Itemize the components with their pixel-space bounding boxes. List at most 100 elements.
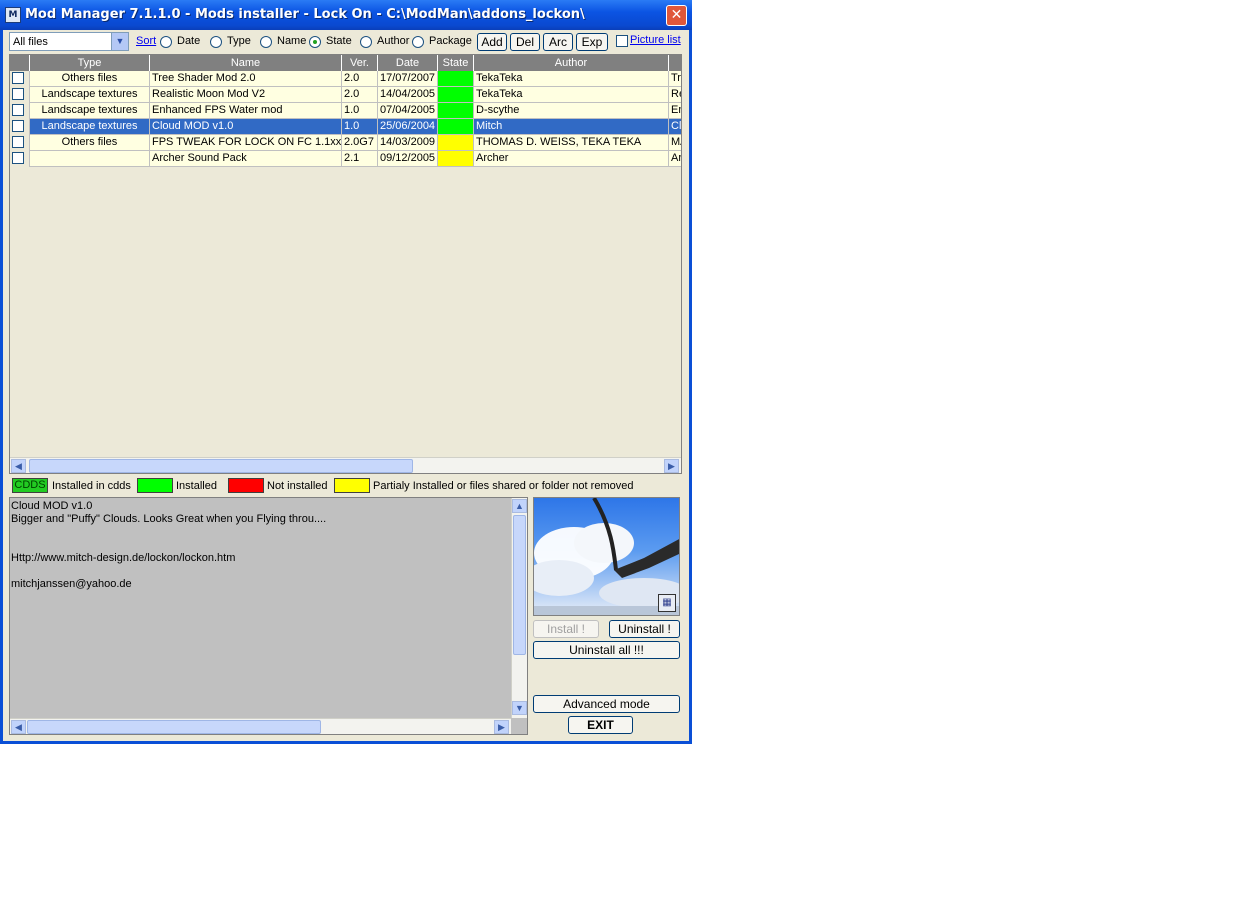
sort-radio-state[interactable] (309, 36, 321, 48)
scroll-right-icon[interactable]: ▶ (664, 459, 679, 473)
cell-extra: En (669, 103, 681, 119)
advanced-mode-button[interactable]: Advanced mode (533, 695, 680, 713)
legend-cdds-label: Installed in cdds (52, 480, 131, 492)
sort-radio-date[interactable] (160, 36, 172, 48)
legend-cdds-box-text: CDDS (14, 479, 46, 491)
cell-date: 07/04/2005 (378, 103, 438, 119)
cell-extra: Tr (669, 71, 681, 87)
cell-type: Landscape textures (30, 87, 150, 103)
cell-author: THOMAS D. WEISS, TEKA TEKA (474, 135, 669, 151)
cell-date: 14/03/2009 (378, 135, 438, 151)
scroll-thumb[interactable] (29, 459, 413, 473)
row-checkbox[interactable] (12, 72, 24, 84)
uninstall-button[interactable]: Uninstall ! (609, 620, 680, 638)
header-check-col[interactable] (10, 55, 30, 71)
legend-not-installed-box (228, 478, 264, 493)
cell-date: 14/04/2005 (378, 87, 438, 103)
row-checkbox-cell (10, 103, 30, 119)
sort-radio-author[interactable] (360, 36, 372, 48)
header-name[interactable]: Name (150, 55, 342, 71)
legend-not-installed-label: Not installed (267, 480, 328, 492)
scroll-down-icon[interactable]: ▼ (512, 701, 527, 715)
picture-list-checkbox[interactable] (616, 35, 628, 47)
sort-link[interactable]: Sort (136, 35, 156, 47)
row-checkbox[interactable] (12, 120, 24, 132)
sort-label-author: Author (377, 35, 410, 47)
description-vertical-scrollbar[interactable]: ▲ ▼ (511, 498, 527, 718)
description-horizontal-scrollbar[interactable]: ◀ ▶ (10, 718, 511, 734)
cell-type: Landscape textures (30, 103, 150, 119)
cell-ver: 2.0G7 (342, 135, 378, 151)
header-author[interactable]: Author (474, 55, 669, 71)
sort-label-name: Name (277, 35, 307, 47)
sort-radio-name[interactable] (260, 36, 272, 48)
cell-ver: 1.0 (342, 119, 378, 135)
cell-author: Archer (474, 151, 669, 167)
cell-ver: 2.0 (342, 87, 378, 103)
cell-extra: Cl (669, 119, 681, 135)
cell-type: Others files (30, 71, 150, 87)
file-filter-select[interactable]: All files ▼ (9, 32, 129, 51)
description-text: Cloud MOD v1.0 Bigger and "Puffy" Clouds… (11, 500, 327, 590)
legend-partial-label: Partialy Installed or files shared or fo… (373, 480, 634, 492)
cell-extra: Ar (669, 151, 681, 167)
sort-radio-type[interactable] (210, 36, 222, 48)
cell-date: 25/06/2004 (378, 119, 438, 135)
header-state[interactable]: State (438, 55, 474, 71)
archive-button[interactable]: Arc (543, 33, 573, 51)
header-extra[interactable] (669, 55, 681, 71)
gallery-icon[interactable]: ▦ (658, 594, 676, 612)
title-bar[interactable]: M Mod Manager 7.1.1.0 - Mods installer -… (0, 0, 692, 30)
app-icon[interactable]: M (5, 7, 21, 23)
window-title: Mod Manager 7.1.1.0 - Mods installer - L… (25, 7, 585, 22)
picture-list-link[interactable]: Picture list (630, 34, 681, 46)
sort-radio-package[interactable] (412, 36, 424, 48)
add-button[interactable]: Add (477, 33, 507, 51)
cell-name: Enhanced FPS Water mod (150, 103, 342, 119)
scroll-right-icon[interactable]: ▶ (494, 720, 509, 734)
chevron-down-icon[interactable]: ▼ (111, 33, 128, 50)
description-hscroll-thumb[interactable] (27, 720, 321, 734)
state-indicator (438, 103, 474, 119)
exit-button[interactable]: EXIT (568, 716, 633, 734)
state-indicator (438, 119, 474, 135)
header-type[interactable]: Type (30, 55, 150, 71)
scroll-left-icon[interactable]: ◀ (11, 720, 26, 734)
scroll-up-icon[interactable]: ▲ (512, 499, 527, 513)
cell-name: Realistic Moon Mod V2 (150, 87, 342, 103)
cell-extra: MA (669, 135, 681, 151)
description-panel[interactable]: Cloud MOD v1.0 Bigger and "Puffy" Clouds… (9, 497, 528, 735)
description-vscroll-thumb[interactable] (513, 515, 526, 655)
table-horizontal-scrollbar[interactable]: ◀ ▶ (10, 457, 681, 473)
state-indicator (438, 87, 474, 103)
cell-type: Landscape textures (30, 119, 150, 135)
row-checkbox[interactable] (12, 88, 24, 100)
row-checkbox[interactable] (12, 152, 24, 164)
install-button[interactable]: Install ! (533, 620, 599, 638)
delete-button[interactable]: Del (510, 33, 540, 51)
cell-name: Tree Shader Mod 2.0 (150, 71, 342, 87)
row-checkbox-cell (10, 119, 30, 135)
scroll-left-icon[interactable]: ◀ (11, 459, 26, 473)
cell-name: Cloud MOD v1.0 (150, 119, 342, 135)
mods-table: Type Name Ver. Date State Author Others … (9, 54, 682, 474)
cell-author: TekaTeka (474, 87, 669, 103)
uninstall-all-button[interactable]: Uninstall all !!! (533, 641, 680, 659)
legend-partial-box (334, 478, 370, 493)
cell-type (30, 151, 150, 167)
header-version[interactable]: Ver. (342, 55, 378, 71)
row-checkbox[interactable] (12, 104, 24, 116)
main-window: M Mod Manager 7.1.1.0 - Mods installer -… (0, 0, 692, 744)
header-date[interactable]: Date (378, 55, 438, 71)
close-button[interactable]: ✕ (666, 5, 687, 26)
export-button[interactable]: Exp (576, 33, 608, 51)
cell-name: Archer Sound Pack (150, 151, 342, 167)
sort-label-type: Type (227, 35, 251, 47)
cell-name: FPS TWEAK FOR LOCK ON FC 1.1xx v2.0G7 (150, 135, 342, 151)
row-checkbox[interactable] (12, 136, 24, 148)
cell-ver: 1.0 (342, 103, 378, 119)
legend-cdds-box: CDDS (12, 478, 48, 493)
cell-author: Mitch (474, 119, 669, 135)
row-checkbox-cell (10, 71, 30, 87)
cell-date: 17/07/2007 (378, 71, 438, 87)
